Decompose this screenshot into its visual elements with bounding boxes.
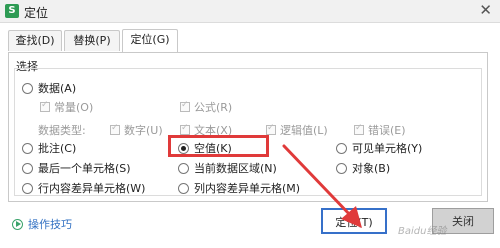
watermark: Baidu经验 (398, 226, 447, 237)
checkbox-errors-label: 错误(E) (368, 124, 406, 137)
radio-dot (22, 182, 33, 194)
radio-col-diff[interactable]: 列内容差异单元格(M) (178, 180, 300, 196)
checkbox-box (180, 123, 190, 135)
radio-col-diff-label: 列内容差异单元格(M) (194, 182, 301, 195)
checkbox-errors[interactable]: 错误(E) (354, 122, 406, 138)
radio-objects-label: 对象(B) (352, 162, 391, 175)
checkbox-constants[interactable]: 常量(O) (40, 99, 93, 115)
radio-dot (22, 82, 33, 94)
checkbox-box (266, 123, 276, 135)
radio-last-cell-label: 最后一个单元格(S) (38, 162, 131, 175)
checkbox-constants-label: 常量(O) (54, 101, 94, 114)
radio-row-diff[interactable]: 行内容差异单元格(W) (22, 180, 145, 196)
dialog-title: 定位 (24, 6, 49, 20)
radio-visible-cells[interactable]: 可见单元格(Y) (336, 140, 422, 156)
checkbox-formulas-label: 公式(R) (194, 101, 233, 114)
tab-find[interactable]: 查找(D) (8, 30, 62, 51)
close-icon[interactable]: ✕ (479, 1, 492, 19)
goto-button[interactable]: 定位(T) (321, 208, 387, 234)
radio-last-cell[interactable]: 最后一个单元格(S) (22, 160, 131, 176)
checkbox-number-label: 数字(U) (124, 124, 163, 137)
checkbox-formulas[interactable]: 公式(R) (180, 99, 232, 115)
radio-row-diff-label: 行内容差异单元格(W) (38, 182, 146, 195)
radio-dot (22, 162, 33, 174)
checkbox-logical[interactable]: 逻辑值(L) (266, 122, 328, 138)
radio-dot (336, 142, 347, 154)
checkbox-logical-label: 逻辑值(L) (280, 124, 328, 137)
checkbox-box (40, 100, 50, 112)
radio-dot (22, 142, 33, 154)
radio-objects[interactable]: 对象(B) (336, 160, 390, 176)
radio-comments-label: 批注(C) (38, 142, 77, 155)
radio-data[interactable]: 数据(A) (22, 80, 76, 96)
tips-label: 操作技巧 (28, 218, 72, 231)
radio-dot (336, 162, 347, 174)
play-circle-icon (12, 218, 23, 230)
checkbox-box (354, 123, 364, 135)
radio-data-label: 数据(A) (38, 82, 77, 95)
radio-visible-cells-label: 可见单元格(Y) (352, 142, 423, 155)
tab-replace[interactable]: 替换(P) (64, 30, 120, 51)
highlight-box (168, 135, 269, 157)
radio-current-region[interactable]: 当前数据区域(N) (178, 160, 277, 176)
wps-app-icon: S (5, 4, 19, 18)
radio-dot (178, 162, 189, 174)
checkbox-box (110, 123, 120, 135)
radio-current-region-label: 当前数据区域(N) (194, 162, 277, 175)
checkbox-number[interactable]: 数字(U) (110, 122, 163, 138)
title-bar: S 定位 ✕ (0, 0, 500, 23)
tips-link[interactable]: 操作技巧 (12, 216, 72, 232)
radio-comments[interactable]: 批注(C) (22, 140, 76, 156)
datatype-label: 数据类型: (38, 124, 86, 137)
checkbox-box (180, 100, 190, 112)
radio-dot (178, 182, 189, 194)
tab-goto[interactable]: 定位(G) (122, 29, 178, 52)
